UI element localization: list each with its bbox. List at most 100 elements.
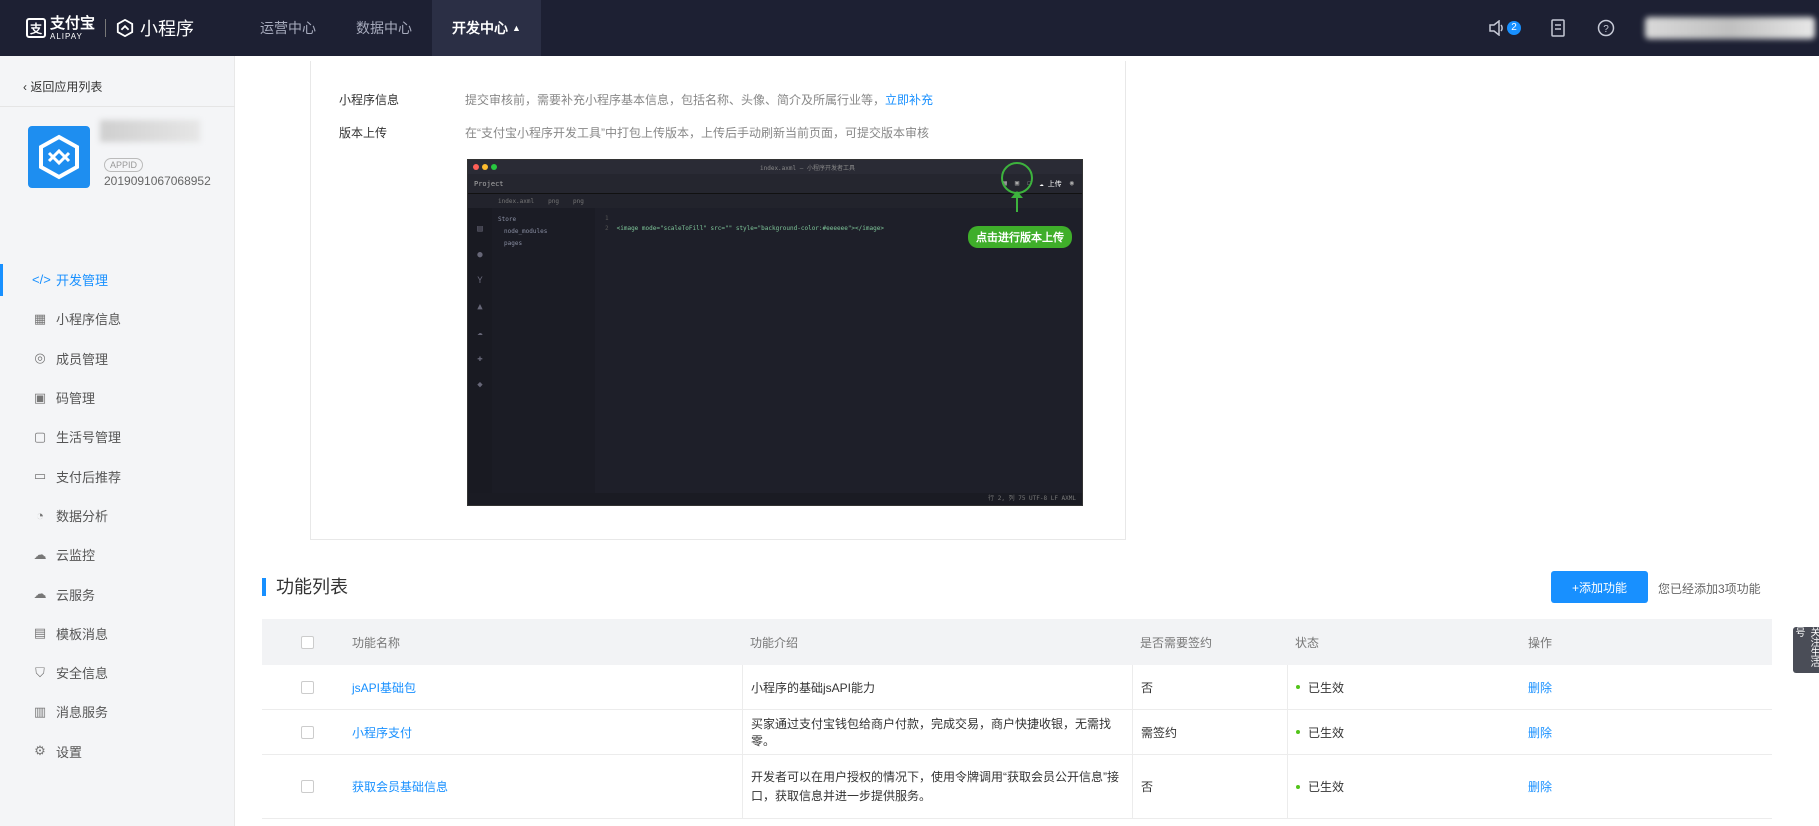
function-list-title: 功能列表 xyxy=(262,576,348,598)
function-desc: 开发者可以在用户授权的情况下，使用令牌调用“获取会员公开信息”接口，获取信息并进… xyxy=(751,769,1119,803)
files-icon: ▤ xyxy=(477,224,483,234)
info-desc: 提交审核前，需要补充小程序基本信息，包括名称、头像、简介及所属行业等，立即补充 xyxy=(465,91,1085,108)
back-link-label: 返回应用列表 xyxy=(30,80,103,94)
appid-badge: APPID xyxy=(104,158,144,172)
select-all-checkbox[interactable] xyxy=(300,635,314,649)
delete-link[interactable]: 删除 xyxy=(1528,724,1552,741)
sidebar-item-label: 成员管理 xyxy=(56,351,109,367)
top-nav-bar: 支 支付宝 ALIPAY 小程序 运营中心 数据中心 开发中心 ▲ 2 ? xyxy=(0,0,1819,56)
alipay-logo: 支 支付宝 ALIPAY xyxy=(26,16,95,41)
close-dot-icon xyxy=(473,164,479,170)
user-account-blurred[interactable] xyxy=(1645,17,1815,39)
function-table: 功能名称 功能介绍 是否需要签约 状态 操作 jsAPI基础包 小程序的基础js… xyxy=(262,619,1772,819)
delete-link[interactable]: 删除 xyxy=(1528,778,1552,795)
ide-file-tree: Store node_modules pages xyxy=(492,208,595,505)
sidebar-item-dev-management[interactable]: </> 开发管理 xyxy=(0,260,235,299)
function-desc: 买家通过支付宝钱包给商户付款，完成交易，商户快捷收银，无需找零。 xyxy=(751,717,1112,748)
ide-upload-button: ☁ 上传 xyxy=(1039,179,1062,188)
nav-development[interactable]: 开发中心 ▲ xyxy=(432,0,541,56)
notification-button[interactable]: 2 xyxy=(1488,20,1521,36)
back-to-app-list-link[interactable]: ‹ 返回应用列表 xyxy=(23,78,102,95)
main-nav: 运营中心 数据中心 开发中心 ▲ xyxy=(240,0,541,56)
function-name-link[interactable]: 获取会员基础信息 xyxy=(352,778,448,795)
sign-required: 需签约 xyxy=(1141,725,1178,740)
sidebar-item-life-account[interactable]: ▢ 生活号管理 xyxy=(0,417,235,456)
ide-tree-item: pages xyxy=(504,240,523,247)
function-name-link[interactable]: jsAPI基础包 xyxy=(352,679,416,696)
row-checkbox[interactable] xyxy=(300,780,314,793)
function-name-link[interactable]: 小程序支付 xyxy=(352,724,412,741)
row-checkbox[interactable] xyxy=(300,680,314,694)
sidebar-item-label: 数据分析 xyxy=(56,508,109,524)
sidebar-item-message-service[interactable]: ▥ 消息服务 xyxy=(0,692,235,731)
sidebar-item-data-analysis[interactable]: ◔ 数据分析 xyxy=(0,496,235,535)
status-text: 已生效 xyxy=(1308,680,1345,695)
sidebar-item-settings[interactable]: ⚙ 设置 xyxy=(0,732,235,771)
info-desc-text: 提交审核前，需要补充小程序基本信息，包括名称、头像、简介及所属行业等， xyxy=(465,93,886,107)
alipay-logo-text: 支付宝 xyxy=(50,14,96,32)
sidebar-item-label: 模板消息 xyxy=(56,626,109,642)
sidebar-divider xyxy=(0,106,235,107)
ide-toolbar: Project ▦ ▣ ☐ ☁ 上传 ◉ xyxy=(468,174,1082,194)
ide-upload-label: 上传 xyxy=(1047,179,1062,188)
caret-up-icon: ▲ xyxy=(512,23,521,33)
ide-toolbar-item: ◉ xyxy=(1069,178,1074,187)
docs-button[interactable] xyxy=(1551,19,1567,37)
complete-info-link[interactable]: 立即补充 xyxy=(885,93,933,107)
sidebar-item-code-management[interactable]: ▣ 码管理 xyxy=(0,378,235,417)
sidebar-item-members[interactable]: ◎ 成员管理 xyxy=(0,339,235,378)
document-icon xyxy=(1551,19,1565,37)
sidebar-item-label: 云服务 xyxy=(56,587,96,603)
line-number: 1 xyxy=(605,215,609,222)
table-header: 功能名称 功能介绍 是否需要签约 状态 操作 xyxy=(262,619,1772,665)
code-line: <image mode="scaleToFill" src="" style="… xyxy=(616,225,884,232)
shield-icon: ⛉ xyxy=(35,664,45,680)
help-button[interactable]: ? xyxy=(1597,19,1615,37)
upload-tip-label: 点击进行版本上传 xyxy=(968,226,1072,248)
sidebar-item-label: 支付后推荐 xyxy=(56,469,122,485)
row-checkbox[interactable] xyxy=(300,725,314,739)
sidebar-item-cloud-monitor[interactable]: ☁ 云监控 xyxy=(0,535,235,574)
sidebar-item-security[interactable]: ⛉ 安全信息 xyxy=(0,653,235,692)
logo-divider xyxy=(105,19,107,37)
pie-chart-icon: ◔ xyxy=(36,507,44,523)
nav-operations[interactable]: 运营中心 xyxy=(240,0,336,56)
table-row: 小程序支付 买家通过支付宝钱包给商户付款，完成交易，商户快捷收银，无需找零。 需… xyxy=(262,710,1772,755)
sidebar-item-label: 安全信息 xyxy=(56,666,109,682)
delete-link[interactable]: 删除 xyxy=(1528,679,1552,696)
grid-icon: ▦ xyxy=(33,310,47,326)
status-text: 已生效 xyxy=(1308,780,1345,794)
gear-icon: ⚙ xyxy=(34,743,46,759)
highlight-circle xyxy=(1001,162,1033,194)
logo[interactable]: 支 支付宝 ALIPAY 小程序 xyxy=(26,0,194,56)
ide-status-bar: 行 2, 列 75 UTF-8 LF AXML xyxy=(468,493,1082,505)
follow-life-account-tab[interactable]: 关注生活号 xyxy=(1793,627,1819,673)
cloud-icon: ☁ xyxy=(477,328,483,338)
sidebar-item-label: 设置 xyxy=(56,744,83,760)
ide-title: index.axml — 小程序开发者工具 xyxy=(760,164,855,172)
help-icon: ? xyxy=(1597,19,1615,37)
table-row: jsAPI基础包 小程序的基础jsAPI能力 否 已生效 删除 xyxy=(262,665,1772,710)
nav-data[interactable]: 数据中心 xyxy=(336,0,432,56)
info-label: 小程序信息 xyxy=(339,93,400,107)
add-function-button[interactable]: +添加功能 xyxy=(1551,571,1648,603)
status-dot-icon xyxy=(1296,784,1300,789)
ide-titlebar: index.axml — 小程序开发者工具 xyxy=(468,160,1082,174)
cloud-icon: ☁ xyxy=(33,586,47,602)
sidebar-item-cloud-service[interactable]: ☁ 云服务 xyxy=(0,574,235,613)
sidebar-item-template-message[interactable]: ▤ 模板消息 xyxy=(0,614,235,653)
alipay-logo-en: ALIPAY xyxy=(50,31,83,41)
ide-screenshot: index.axml — 小程序开发者工具 Project ▦ ▣ ☐ ☁ 上传… xyxy=(467,159,1083,506)
arrow-line xyxy=(1016,196,1018,212)
column-header-sign: 是否需要签约 xyxy=(1140,635,1213,650)
nav-operations-label: 运营中心 xyxy=(260,20,317,36)
sidebar-item-label: 小程序信息 xyxy=(56,312,122,328)
status-dot-icon xyxy=(1296,730,1300,734)
sidebar-item-miniprogram-info[interactable]: ▦ 小程序信息 xyxy=(0,299,235,338)
sidebar-item-post-payment[interactable]: ▭ 支付后推荐 xyxy=(0,456,235,495)
upload-guide-card: 小程序信息 提交审核前，需要补充小程序基本信息，包括名称、头像、简介及所属行业等… xyxy=(310,61,1126,540)
status-dot-icon xyxy=(1296,685,1300,689)
qrcode-icon: ▣ xyxy=(33,389,47,405)
nav-data-label: 数据中心 xyxy=(356,20,413,36)
appid-value: 2019091067068952 xyxy=(104,174,211,188)
